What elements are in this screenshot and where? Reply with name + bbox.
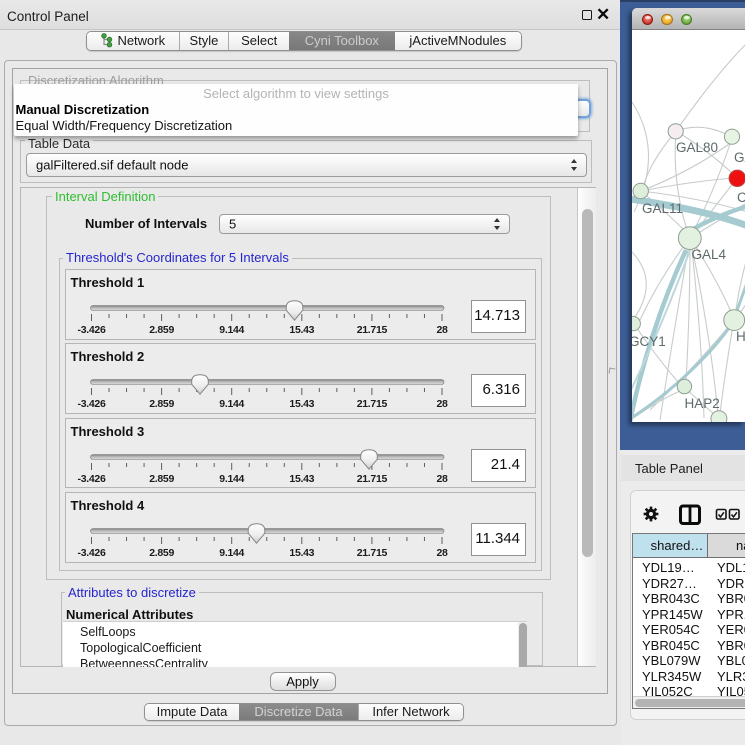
svg-text:GCY1: GCY1 (632, 334, 666, 349)
svg-text:GAL4: GAL4 (692, 247, 727, 262)
svg-text:C: C (737, 190, 745, 205)
svg-text:GA: GA (734, 150, 745, 165)
svg-text:H: H (736, 329, 745, 344)
svg-text:GAL80: GAL80 (676, 140, 718, 155)
svg-text:HAP2: HAP2 (685, 396, 720, 411)
svg-text:GAL11: GAL11 (642, 201, 683, 216)
